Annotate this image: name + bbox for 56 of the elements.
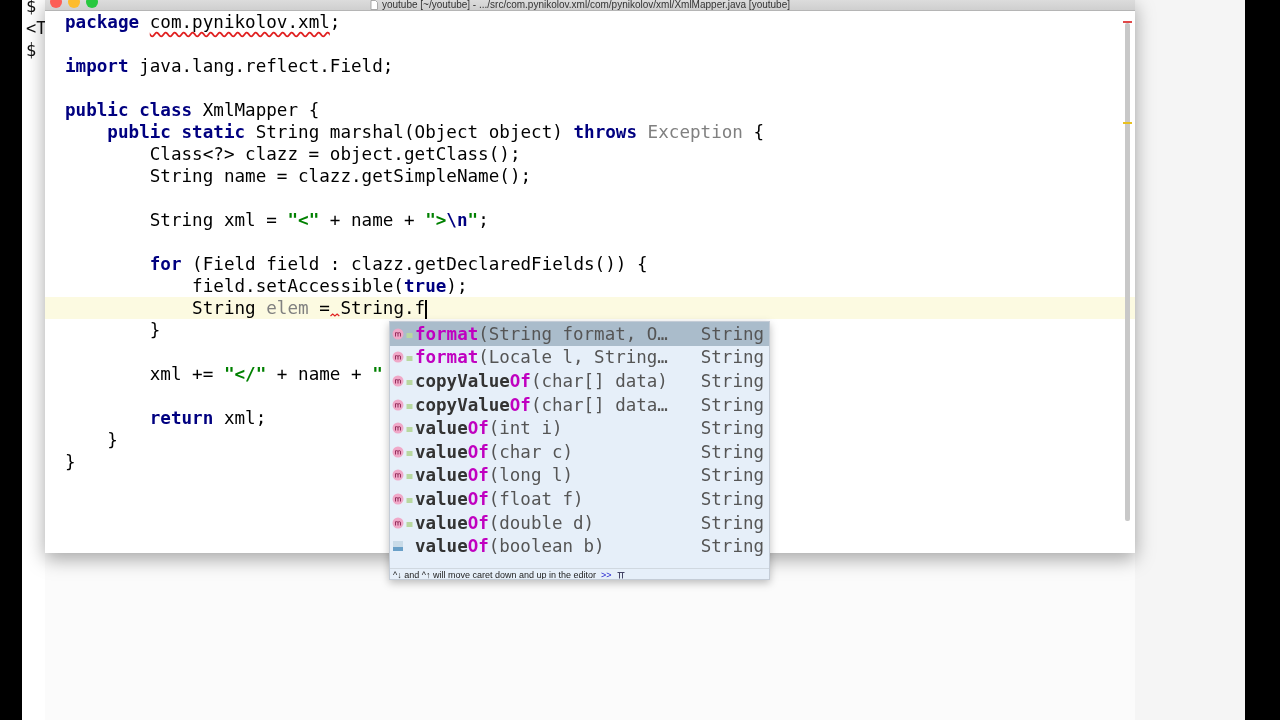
code-line: String elem = String.f bbox=[191, 297, 426, 319]
completion-item[interactable]: format(Locale l, String… String bbox=[390, 345, 769, 370]
terminal-line: $ bbox=[25, 0, 38, 17]
return-type: String bbox=[700, 418, 764, 439]
completion-item[interactable]: format(String format, O… String bbox=[390, 322, 769, 346]
code-line: public class XmlMapper { bbox=[65, 99, 320, 121]
completion-item[interactable]: valueOf(long l) String bbox=[390, 463, 769, 488]
code-line: field.setAccessible(true); bbox=[191, 275, 468, 297]
return-type: String bbox=[700, 488, 764, 509]
code-line: String xml = "<" + name + ">\n"; bbox=[148, 209, 489, 231]
code-line: return xml; bbox=[148, 407, 267, 429]
method-icon bbox=[392, 422, 404, 435]
window-title: youtube [~/youtube] - .../src/com.pynikolov.xml/com/pynikolov/xml/XmlMapper.java [youtube] bbox=[381, 0, 790, 10]
code-line: Class<?> clazz = object.getClass(); bbox=[148, 143, 521, 165]
error-squiggle bbox=[330, 313, 341, 317]
method-icon bbox=[392, 516, 404, 529]
code-line: xml += "</" + name + " bbox=[148, 363, 383, 385]
return-type: String bbox=[700, 347, 764, 368]
method-icon bbox=[392, 351, 404, 364]
completion-item[interactable]: valueOf(char c) String bbox=[390, 439, 769, 464]
scrollbar[interactable] bbox=[1125, 23, 1130, 521]
return-type: String bbox=[700, 323, 764, 344]
code-line: } bbox=[106, 429, 118, 451]
error-stripe-mark bbox=[1123, 21, 1132, 23]
text-cursor bbox=[425, 299, 427, 319]
return-type: String bbox=[700, 536, 764, 557]
code-line: String name = clazz.getSimpleName(); bbox=[148, 165, 532, 187]
method-icon bbox=[392, 375, 404, 387]
hint-text: ^↓ and ^↑ will move caret down and up in the editor bbox=[393, 570, 597, 579]
return-type: String bbox=[700, 441, 764, 462]
code-line: package com.pynikolov.xml; bbox=[65, 11, 341, 33]
completion-item[interactable]: valueOf(int i) String bbox=[390, 416, 769, 440]
completion-item[interactable]: copyValueOf(char[] data… String bbox=[390, 392, 769, 417]
more-link[interactable]: >> bbox=[601, 570, 612, 579]
completion-item[interactable]: valueOf(boolean b) String bbox=[390, 534, 769, 558]
method-icon bbox=[392, 327, 404, 340]
binary-icon bbox=[392, 540, 404, 553]
method-icon bbox=[392, 445, 404, 458]
return-type: String bbox=[700, 371, 764, 391]
completion-item[interactable]: valueOf(double d) String bbox=[390, 510, 769, 535]
code-line: } bbox=[148, 319, 161, 341]
code-line: for (Field field : clazz.getDeclaredFields()) { bbox=[148, 253, 648, 275]
completion-item[interactable]: valueOf(float f) String bbox=[390, 487, 769, 511]
terminal-line: <T bbox=[25, 17, 45, 39]
warning-stripe-mark bbox=[1123, 122, 1132, 124]
method-icon bbox=[392, 398, 404, 411]
method-icon bbox=[392, 469, 404, 482]
code-line: public static String marshal(Object object) throws Exception { bbox=[106, 121, 765, 143]
terminal-line: $ bbox=[25, 39, 38, 61]
return-type: String bbox=[700, 465, 764, 486]
code-line: import java.lang.reflect.Field; bbox=[65, 55, 394, 77]
code-line: } bbox=[65, 451, 76, 473]
return-type: String bbox=[700, 394, 764, 415]
method-icon bbox=[392, 492, 404, 505]
completion-item[interactable]: copyValueOf(char[] data) String bbox=[390, 369, 769, 393]
return-type: String bbox=[700, 512, 764, 533]
